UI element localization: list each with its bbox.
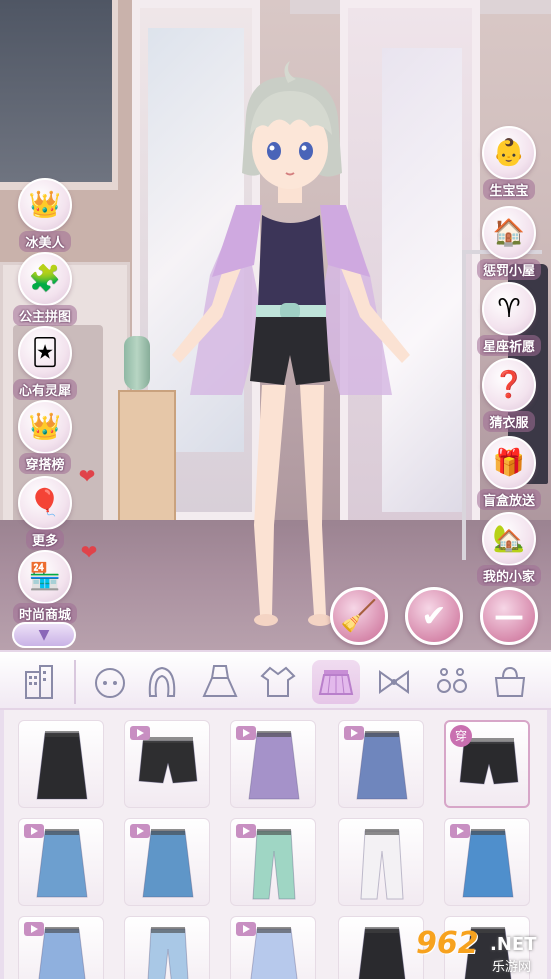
checkmark-icon: ✔: [421, 598, 447, 634]
dressed-character: [172, 61, 410, 626]
clothing-item[interactable]: [338, 818, 424, 906]
worn-badge: 穿: [450, 725, 472, 747]
category-divider: [74, 660, 76, 704]
crown-sparkle-icon: 👑: [18, 178, 72, 232]
clear-outfit-button[interactable]: 🧹: [330, 587, 388, 645]
clothing-thumbnail: [147, 927, 189, 979]
clothing-item[interactable]: [230, 818, 316, 906]
clothing-item[interactable]: [124, 818, 210, 906]
balloons-icon: 🎈: [18, 476, 72, 530]
bag-icon: [494, 666, 526, 697]
menu-xingzuoqiyuan[interactable]: ♈ 星座祈愿: [470, 282, 548, 356]
menu-caiyifu[interactable]: ❓ 猜衣服: [470, 358, 548, 432]
menu-chuandabang[interactable]: 👑 穿搭榜: [6, 400, 84, 474]
clothing-thumbnail: [358, 927, 406, 979]
brush-clean-icon: 🧹: [340, 598, 378, 634]
category-bottom[interactable]: [312, 660, 360, 704]
clothing-item[interactable]: [18, 818, 104, 906]
collapse-menu-button[interactable]: ▼: [12, 622, 76, 648]
bow-icon: [379, 670, 409, 694]
building-icon: [25, 665, 53, 699]
baby-icon: 👶: [482, 126, 536, 180]
video-ad-icon: [344, 726, 364, 740]
clothing-item[interactable]: [444, 818, 530, 906]
video-ad-icon: [450, 824, 470, 838]
remove-button[interactable]: —: [480, 587, 538, 645]
face-icon: [95, 668, 125, 698]
green-vase: [124, 336, 150, 390]
crown-ranking-icon: 👑: [18, 400, 72, 454]
cards-icon: 🃏: [18, 326, 72, 380]
chevron-down-icon: ▼: [38, 627, 50, 643]
blind-box-icon: 🎁: [482, 436, 536, 490]
clothing-thumbnail: [360, 829, 404, 900]
menu-bingmeiren[interactable]: 👑 冰美人: [6, 178, 84, 252]
site-watermark: 962 .NET 乐游网: [416, 926, 537, 975]
guess-clothes-icon: ❓: [482, 358, 536, 412]
menu-xinyoulingxi[interactable]: 🃏 心有灵犀: [6, 326, 84, 400]
clothing-item[interactable]: [124, 720, 210, 808]
video-ad-icon: [236, 726, 256, 740]
menu-wodexiaojia[interactable]: 🏡 我的小家: [470, 512, 548, 586]
category-hair[interactable]: [138, 660, 186, 704]
earring-icon: [437, 668, 467, 693]
minus-icon: —: [494, 598, 524, 634]
category-top[interactable]: [254, 660, 302, 704]
category-dress[interactable]: [196, 660, 244, 704]
video-ad-icon: [24, 922, 44, 936]
menu-manghefangsong[interactable]: 🎁 盲盒放送: [470, 436, 548, 510]
category-scene[interactable]: [14, 660, 62, 704]
zodiac-wish-icon: ♈: [482, 282, 536, 336]
hair-icon: [148, 666, 176, 697]
princess-puzzle-icon: 🧩: [18, 252, 72, 306]
clothing-item[interactable]: 穿: [444, 720, 530, 808]
confirm-button[interactable]: ✔: [405, 587, 463, 645]
category-earring[interactable]: [428, 660, 476, 704]
clothing-item[interactable]: [230, 916, 316, 979]
menu-shishangshangcheng[interactable]: 🏪 时尚商城: [6, 550, 84, 624]
dressing-room-scene: 👑 冰美人 🧩 公主拼图 🃏 心有灵犀 👑 穿搭榜 ❤ 🎈 更多 ❤ 🏪 时尚商…: [0, 0, 551, 650]
video-ad-icon: [24, 824, 44, 838]
clothing-thumbnail: [36, 731, 88, 800]
menu-gongzhupintu[interactable]: 🧩 公主拼图: [6, 252, 84, 326]
category-bar: [0, 650, 551, 710]
skirt-icon: [318, 670, 354, 695]
category-accessory[interactable]: [370, 660, 418, 704]
shop-icon: 🏪: [18, 550, 72, 604]
dress-icon: [202, 665, 238, 697]
category-bag[interactable]: [486, 660, 534, 704]
video-ad-icon: [130, 824, 150, 838]
clothing-item[interactable]: [230, 720, 316, 808]
menu-chengfaxiaowu[interactable]: 🏠 惩罚小屋: [470, 206, 548, 280]
video-ad-icon: [236, 824, 256, 838]
clothing-item[interactable]: [18, 916, 104, 979]
category-face[interactable]: [86, 660, 134, 704]
video-ad-icon: [236, 922, 256, 936]
video-ad-icon: [130, 726, 150, 740]
menu-gengduo[interactable]: 🎈 更多: [6, 476, 84, 550]
clothing-item[interactable]: [338, 720, 424, 808]
clothing-item[interactable]: [338, 916, 424, 979]
menu-shengbaobao[interactable]: 👶 生宝宝: [470, 126, 548, 200]
punish-house-icon: 🏠: [482, 206, 536, 260]
dark-window: [0, 0, 118, 190]
house-icon: 🏡: [482, 512, 536, 566]
clothing-item[interactable]: [124, 916, 210, 979]
clothing-item[interactable]: [18, 720, 104, 808]
shirt-icon: [260, 666, 296, 697]
